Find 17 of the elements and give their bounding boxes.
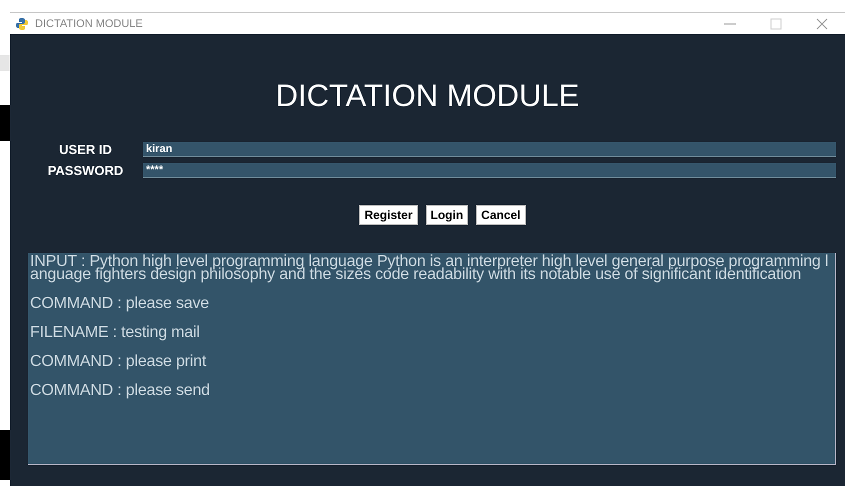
maximize-icon[interactable] [769, 16, 783, 30]
log-line: INPUT : Python high level programming language Python is an interpreter high level general purpose programming language fighters design philosophy and the sizes code readability with its notable use of significant identification [30, 255, 830, 281]
app-heading: DICTATION MODULE [274, 78, 580, 114]
window-title: DICTATION MODULE [35, 18, 143, 30]
log-line: FILENAME : testing mail [30, 326, 201, 339]
login-button[interactable]: Login [426, 205, 468, 225]
snakes-logo-icon [15, 16, 29, 30]
input-field[interactable]: kiran [143, 142, 836, 156]
cancel-button[interactable]: Cancel [476, 205, 526, 225]
log-line: COMMAND : please send [30, 384, 211, 397]
log-line: COMMAND : please print [30, 355, 208, 368]
log-line: COMMAND : please save [30, 297, 210, 310]
field-label: USER ID [58, 142, 113, 156]
register-button[interactable]: Register [359, 205, 418, 225]
close-icon[interactable] [815, 16, 829, 30]
field-label: PASSWORD [46, 162, 124, 178]
input-field[interactable]: **** [143, 162, 836, 178]
